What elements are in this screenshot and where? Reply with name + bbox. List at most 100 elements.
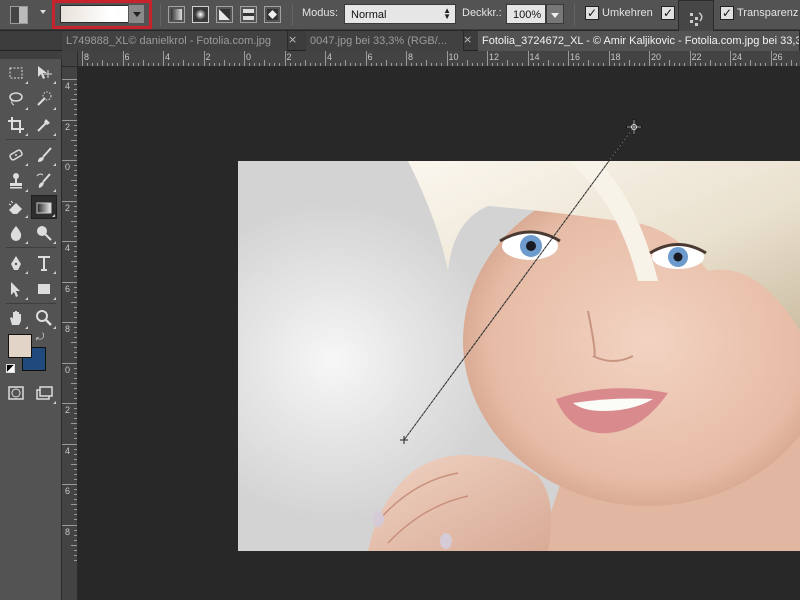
mode-select[interactable]: Normal ▲ ▼ [344, 4, 456, 24]
type-icon[interactable] [31, 251, 57, 275]
ruler-tick [724, 63, 726, 66]
ruler-tick [659, 63, 661, 66]
angle-gradient-icon[interactable] [216, 6, 233, 23]
ruler-tick [62, 200, 77, 202]
ruler-tick [254, 63, 256, 66]
ruler-tick [74, 266, 77, 268]
reverse-checkbox[interactable]: ✓ [585, 6, 599, 20]
close-icon[interactable]: × [288, 33, 297, 46]
ruler-horizontal[interactable]: 8 6 4 2 0 2 4 6 8 10 12 14 16 18 20 22 24 26 [62, 51, 800, 67]
dodge-icon[interactable] [31, 221, 57, 245]
ruler-tick [183, 60, 185, 66]
reflected-gradient-icon[interactable] [240, 6, 257, 23]
opacity-dropdown-button[interactable] [546, 4, 564, 24]
pen-icon[interactable] [3, 251, 29, 275]
tool-preset-picker[interactable] [10, 6, 28, 24]
marquee-icon[interactable] [3, 61, 29, 85]
chevron-down-icon[interactable] [40, 10, 46, 14]
ruler-tick [431, 63, 433, 66]
ruler-vertical[interactable]: 4 2 0 2 4 6 8 0 2 4 6 8 [62, 67, 78, 600]
foreground-color-swatch[interactable] [8, 334, 32, 358]
toolbox-grip[interactable] [0, 51, 62, 59]
diamond-gradient-icon[interactable] [264, 6, 281, 23]
ruler-tick [502, 63, 504, 66]
ruler-tick [62, 484, 77, 485]
linear-gradient-icon[interactable] [168, 6, 185, 23]
opacity-input[interactable]: 100% [506, 4, 546, 24]
lasso-icon[interactable] [3, 87, 29, 111]
opacity-label: Deckkr.: [462, 7, 502, 19]
ruler-tick [74, 246, 77, 248]
crop-icon[interactable] [3, 113, 29, 137]
default-colors-icon[interactable] [6, 364, 15, 373]
ruler-tick [71, 261, 77, 263]
ruler-tick [62, 119, 77, 121]
rectangle-icon[interactable] [31, 277, 57, 301]
ruler-tick [451, 63, 453, 66]
ruler-tick [633, 63, 635, 66]
path-select-icon[interactable] [3, 277, 29, 301]
tab-label: 0047.jpg bei 33,3% (RGB/... [310, 35, 447, 47]
healing-brush-icon[interactable] [3, 143, 29, 167]
tab-document-active[interactable]: Fotolia_3724672_XL - © Amir Kaljikovic -… [478, 31, 800, 51]
ruler-tick [375, 63, 377, 66]
ruler-tick [603, 63, 605, 66]
blur-icon[interactable] [3, 221, 29, 245]
ruler-tick [583, 63, 585, 66]
close-icon[interactable]: × [463, 33, 472, 46]
ruler-tick [71, 99, 77, 101]
ruler-tick [208, 63, 210, 66]
brush-icon[interactable] [31, 143, 57, 167]
ruler-tick [74, 478, 77, 480]
ruler-tick [142, 60, 144, 66]
ruler-tick [669, 60, 671, 66]
ruler-tick [395, 63, 397, 66]
ruler-tick [74, 235, 77, 237]
clone-stamp-icon[interactable] [3, 169, 29, 193]
ruler-tick [593, 63, 595, 66]
ruler-origin[interactable] [62, 51, 78, 67]
eraser-icon[interactable] [3, 195, 29, 219]
transparency-checkbox[interactable]: ✓ [720, 6, 734, 20]
gradient-start-crosshair-icon [400, 436, 408, 444]
ruler-tick [74, 144, 77, 146]
toolbox: ⤾ [0, 51, 62, 600]
ruler-tick [654, 63, 656, 66]
ruler-tick [233, 63, 235, 66]
gradient-drag-line [400, 119, 642, 444]
ruler-tick [735, 63, 737, 66]
ruler-tick [74, 468, 77, 470]
eyedropper-icon[interactable] [31, 113, 57, 137]
ruler-label: 2 [205, 52, 211, 62]
history-brush-icon[interactable] [31, 169, 57, 193]
move-icon[interactable] [31, 61, 57, 85]
ruler-tick [512, 63, 514, 66]
ruler-tick [74, 104, 77, 106]
ruler-tick [74, 215, 77, 217]
ruler-tick [74, 519, 77, 521]
ruler-label: 6 [124, 52, 130, 62]
ruler-tick [704, 63, 706, 66]
mode-select-value: Normal [351, 9, 387, 21]
radial-gradient-icon[interactable] [192, 6, 209, 23]
ruler-tick [497, 63, 499, 66]
gradient-dropdown-button[interactable] [128, 5, 144, 23]
ruler-label: 0 [65, 364, 71, 375]
quick-select-icon[interactable] [31, 87, 57, 111]
zoom-icon[interactable] [31, 306, 57, 330]
dither-checkbox[interactable]: ✓ [661, 6, 675, 20]
ruler-label: 16 [570, 52, 581, 62]
gradient-icon[interactable] [31, 195, 57, 219]
ruler-tick [319, 63, 321, 66]
swap-colors-icon[interactable]: ⤾ [36, 332, 44, 343]
ruler-tick [74, 210, 77, 212]
hand-icon[interactable] [3, 306, 29, 330]
tab-document-1[interactable]: L749888_XL© danielkrol - Fotolia.com.jpg [62, 31, 288, 51]
ruler-tick [335, 63, 337, 66]
screen-mode-icon[interactable] [31, 381, 57, 405]
canvas-area[interactable] [78, 67, 800, 600]
quick-mask-icon[interactable] [3, 381, 29, 405]
tab-document-2[interactable]: 0047.jpg bei 33,3% (RGB/... [306, 31, 464, 51]
ruler-tick [62, 322, 77, 323]
ruler-tick [304, 60, 306, 66]
